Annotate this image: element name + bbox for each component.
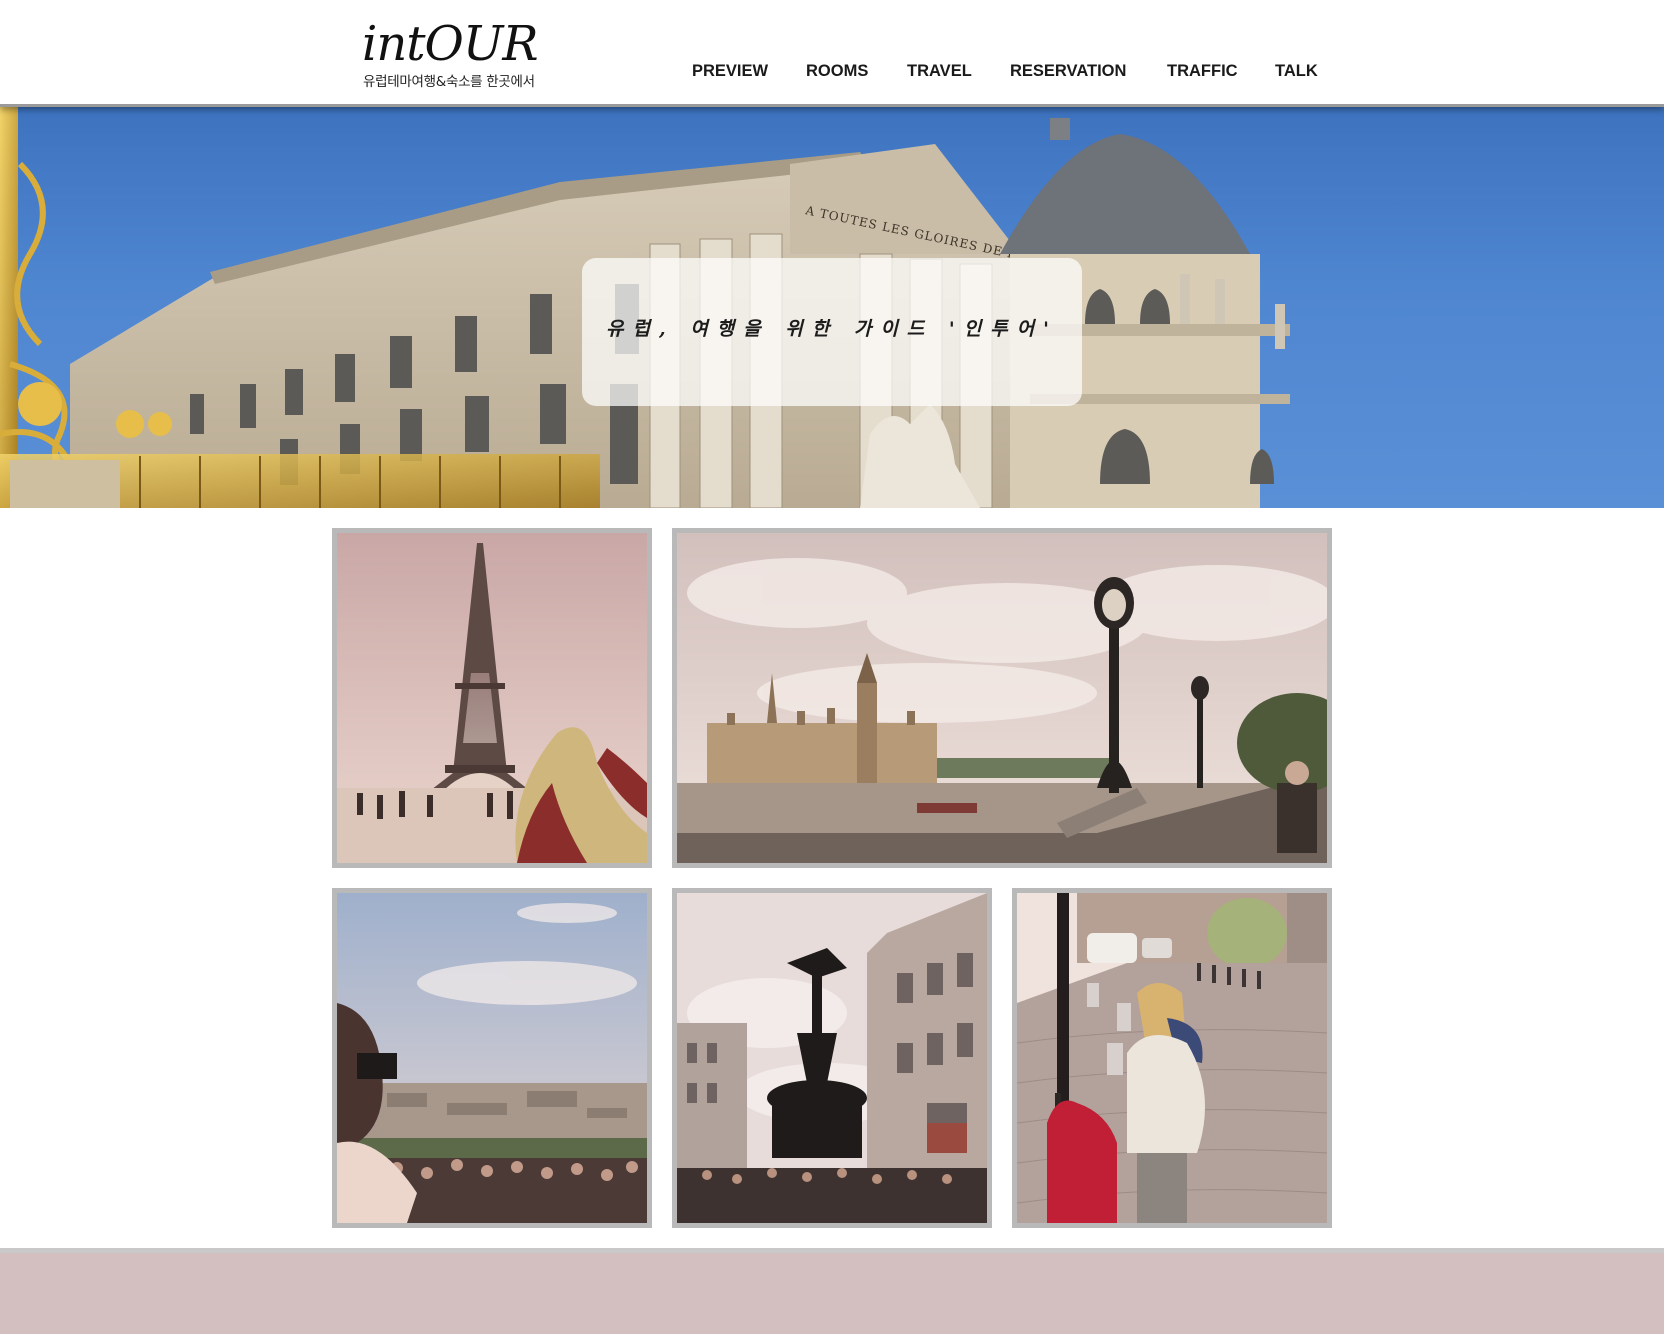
gallery-photo-montmartre[interactable]: [332, 888, 652, 1228]
westminster-thames-image: [677, 533, 1327, 863]
hero-banner: A TOUTES LES GLOIRES DE LA FRANCE 유럽, 여행…: [0, 104, 1664, 508]
nav-preview[interactable]: PREVIEW: [692, 62, 768, 81]
eiffel-tower-image: [337, 533, 647, 863]
montmartre-view-image: [337, 893, 647, 1223]
gallery-photo-piccadilly[interactable]: [672, 888, 992, 1228]
gallery-photo-eiffel[interactable]: [332, 528, 652, 868]
logo-wordmark: intOUR: [362, 16, 539, 70]
nav-talk[interactable]: TALK: [1275, 62, 1318, 81]
gallery-photo-westminster[interactable]: [672, 528, 1332, 868]
logo-tagline: 유럽테마여행&숙소를 한곳에서: [363, 74, 535, 90]
nav-reservation[interactable]: RESERVATION: [1010, 62, 1126, 81]
hero-caption-panel: 유럽, 여행을 위한 가이드 '인투어': [582, 258, 1082, 406]
nav-traffic[interactable]: TRAFFIC: [1167, 62, 1238, 81]
gallery-photo-street[interactable]: [1012, 888, 1332, 1228]
hero-caption: 유럽, 여행을 위한 가이드 '인투어': [606, 318, 1058, 340]
piccadilly-eros-image: [677, 893, 987, 1223]
logo-text: intOUR: [362, 16, 538, 70]
cobblestone-street-image: [1017, 893, 1327, 1223]
nav-rooms[interactable]: ROOMS: [806, 62, 868, 81]
nav-travel[interactable]: TRAVEL: [907, 62, 972, 81]
site-logo[interactable]: intOUR 유럽테마여행&숙소를 한곳에서: [362, 14, 562, 90]
site-header: intOUR 유럽테마여행&숙소를 한곳에서 PREVIEW ROOMS TRA…: [0, 0, 1664, 107]
site-footer: [0, 1248, 1664, 1334]
